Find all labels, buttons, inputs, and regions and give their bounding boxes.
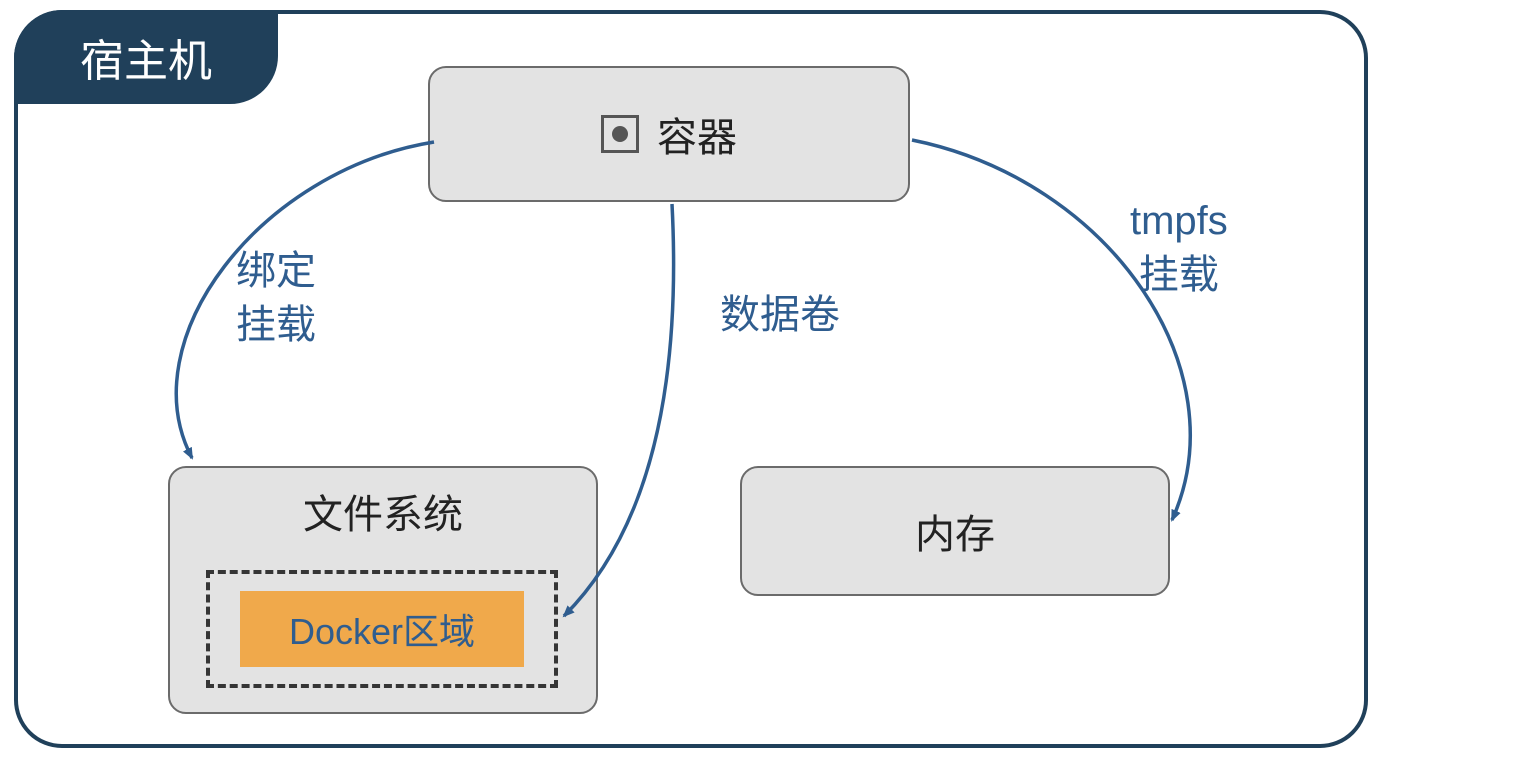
label-bind-mount-line2: 挂载 — [236, 303, 316, 347]
docker-area-label: Docker区域 — [289, 603, 475, 655]
docker-area-box: Docker区域 — [240, 591, 524, 667]
label-tmpfs-line1: tmpfs — [1130, 199, 1228, 243]
label-bind-mount: 绑定 挂载 — [236, 244, 316, 352]
label-volume: 数据卷 — [720, 288, 840, 342]
label-tmpfs: tmpfs 挂载 — [1130, 194, 1228, 302]
radio-dot-icon — [612, 126, 628, 142]
label-volume-text: 数据卷 — [720, 293, 840, 337]
node-container: 容器 — [428, 66, 910, 202]
docker-area-frame: Docker区域 — [206, 570, 558, 688]
host-label-text: 宿主机 — [80, 25, 212, 89]
node-filesystem-label: 文件系统 — [303, 482, 463, 540]
host-label: 宿主机 — [14, 10, 278, 104]
radio-icon — [601, 115, 639, 153]
node-container-label: 容器 — [657, 105, 737, 163]
label-tmpfs-line2: 挂载 — [1139, 253, 1219, 297]
node-memory: 内存 — [740, 466, 1170, 596]
diagram-canvas: 宿主机 容器 文件系统 Docker区域 内存 绑定 — [0, 0, 1538, 778]
node-memory-label: 内存 — [915, 502, 995, 560]
label-bind-mount-line1: 绑定 — [236, 249, 316, 293]
